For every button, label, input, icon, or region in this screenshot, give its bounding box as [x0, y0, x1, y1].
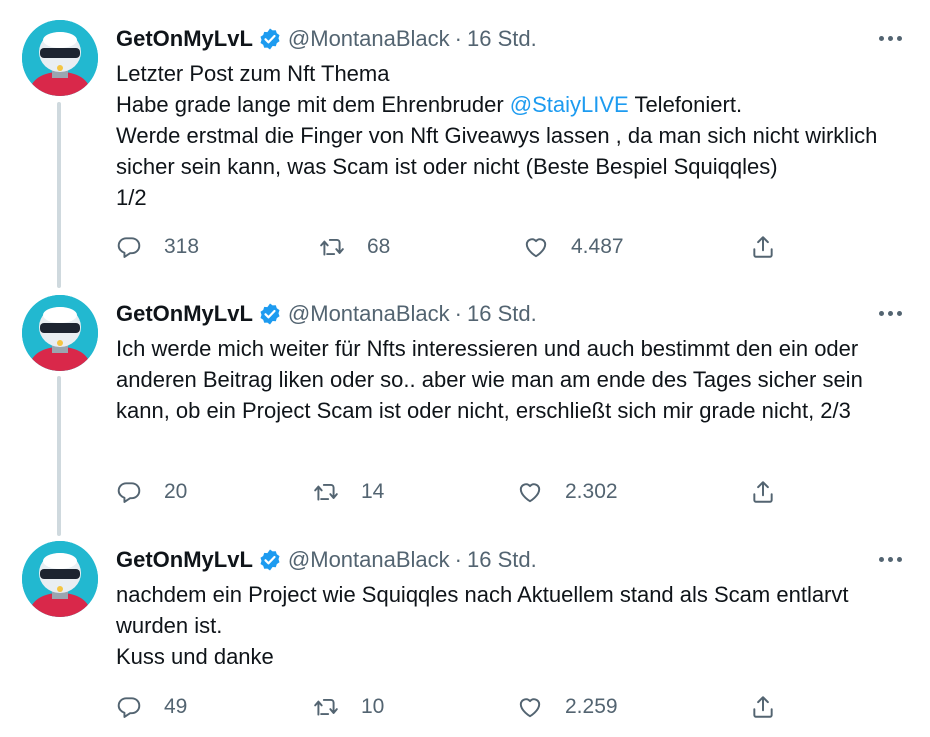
retweet-button[interactable]: 10 — [313, 692, 384, 722]
reply-button[interactable]: 20 — [116, 477, 187, 507]
reply-bubble-icon — [117, 482, 141, 503]
heart-icon — [519, 483, 541, 503]
reply-bubble-icon — [117, 697, 141, 718]
tweet-actions: 49 10 2.259 — [116, 692, 786, 722]
tweet-2[interactable]: GetOnMyLvL @MontanaBlack · 16 Std. Ich w… — [0, 295, 930, 519]
share-button[interactable] — [750, 477, 798, 507]
retweet-count: 10 — [361, 695, 385, 718]
mention-link[interactable]: @StaiyLIVE — [510, 92, 629, 117]
share-button[interactable] — [750, 692, 798, 722]
heart-icon — [519, 698, 541, 718]
retweet-count: 68 — [367, 235, 391, 258]
retweet-button[interactable]: 14 — [313, 477, 384, 507]
like-count: 2.259 — [565, 695, 618, 718]
retweet-button[interactable]: 68 — [319, 232, 390, 262]
more-dots-icon[interactable] — [874, 26, 906, 50]
verified-badge-icon — [260, 303, 280, 325]
separator-dot: · — [454, 547, 462, 572]
tweet-actions: 318 68 4.487 — [116, 232, 786, 262]
display-name[interactable]: GetOnMyLvL — [116, 301, 253, 327]
retweet-icon — [314, 698, 338, 716]
tweet-header: GetOnMyLvL @MontanaBlack · 16 Std. — [116, 24, 537, 54]
reply-button[interactable]: 318 — [116, 232, 199, 262]
verified-badge-icon — [260, 28, 280, 50]
like-button[interactable]: 2.259 — [517, 692, 618, 722]
avatar[interactable] — [22, 295, 98, 371]
verified-badge-icon — [260, 549, 280, 571]
reply-bubble-icon — [117, 237, 141, 258]
tweet-text-part: Letzter Post zum Nft Thema Habe grade la… — [116, 61, 504, 117]
tweet-text: nachdem ein Project wie Squiqqles nach A… — [116, 582, 849, 669]
handle[interactable]: @MontanaBlack — [288, 301, 450, 327]
more-dots-icon[interactable] — [874, 547, 906, 571]
like-count: 2.302 — [565, 480, 618, 503]
display-name[interactable]: GetOnMyLvL — [116, 26, 253, 52]
reply-count: 49 — [164, 695, 188, 718]
heart-icon — [525, 238, 547, 258]
reply-button[interactable]: 49 — [116, 692, 187, 722]
avatar[interactable] — [22, 541, 98, 617]
separator-dot: · — [454, 26, 462, 51]
separator-dot: · — [454, 301, 462, 326]
share-icon — [753, 236, 773, 258]
like-button[interactable]: 4.487 — [523, 232, 624, 262]
reply-count: 20 — [164, 480, 188, 503]
tweet-3[interactable]: GetOnMyLvL @MontanaBlack · 16 Std. nachd… — [0, 541, 930, 730]
retweet-icon — [314, 483, 338, 501]
more-dots-icon[interactable] — [874, 301, 906, 325]
avatar[interactable] — [22, 20, 98, 96]
reply-count: 318 — [164, 235, 200, 258]
tweet-1[interactable]: GetOnMyLvL @MontanaBlack · 16 Std. Letzt… — [0, 20, 930, 269]
handle[interactable]: @MontanaBlack — [288, 26, 450, 52]
avatar-robot-icon — [22, 541, 98, 617]
timestamp[interactable]: 16 Std. — [467, 301, 537, 327]
tweet-text: Letzter Post zum Nft Thema Habe grade la… — [116, 58, 916, 213]
avatar-robot-icon — [22, 20, 98, 96]
share-icon — [753, 696, 773, 718]
like-count: 4.487 — [571, 235, 624, 258]
tweet-header: GetOnMyLvL @MontanaBlack · 16 Std. — [116, 545, 537, 575]
tweet-header: GetOnMyLvL @MontanaBlack · 16 Std. — [116, 299, 537, 329]
avatar-robot-icon — [22, 295, 98, 371]
handle[interactable]: @MontanaBlack — [288, 547, 450, 573]
like-button[interactable]: 2.302 — [517, 477, 618, 507]
display-name[interactable]: GetOnMyLvL — [116, 547, 253, 573]
timestamp[interactable]: 16 Std. — [467, 547, 537, 573]
retweet-count: 14 — [361, 480, 385, 503]
timestamp[interactable]: 16 Std. — [467, 26, 537, 52]
tweet-actions: 20 14 2.302 — [116, 477, 786, 507]
share-icon — [753, 481, 773, 503]
retweet-icon — [320, 238, 344, 256]
tweet-text: Ich werde mich weiter für Nfts interessi… — [116, 336, 869, 423]
share-button[interactable] — [750, 232, 798, 262]
